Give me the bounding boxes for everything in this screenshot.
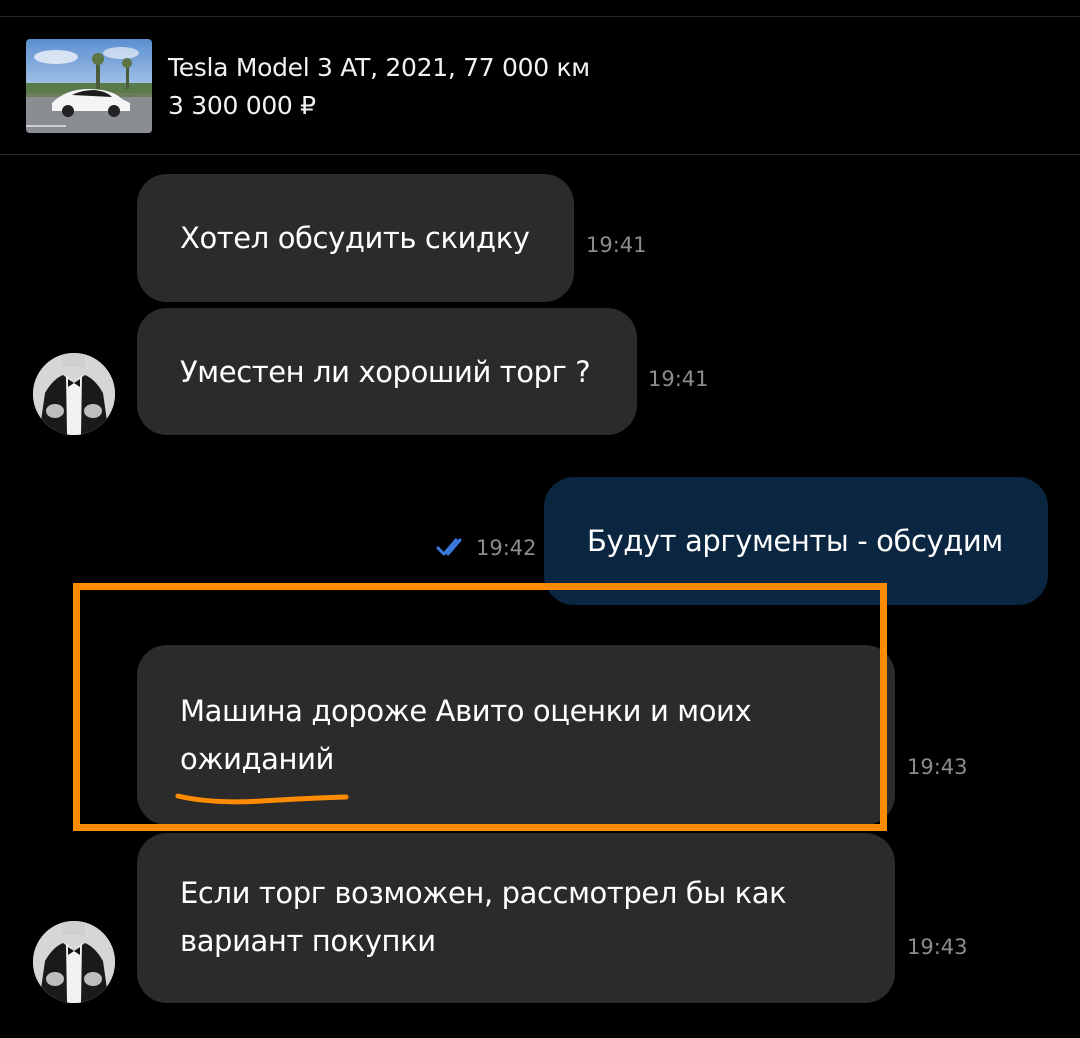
person-in-tuxedo-icon [33, 921, 115, 1003]
message-time: 19:41 [648, 367, 709, 391]
person-in-tuxedo-icon [33, 353, 115, 435]
message-text: Хотел обсудить скидку [180, 221, 530, 255]
sender-avatar[interactable] [33, 921, 115, 1003]
message-bubble[interactable]: Машина дороже Авито оценки и моих ожидан… [137, 645, 895, 825]
message-bubble[interactable]: Хотел обсудить скидку [137, 174, 574, 302]
message-bubble-outgoing[interactable]: Будут аргументы - обсудим [544, 477, 1048, 605]
message-text: Уместен ли хороший торг ? [180, 355, 591, 389]
car-photo-icon [26, 39, 152, 133]
listing-thumbnail[interactable] [26, 39, 152, 133]
sender-avatar[interactable] [33, 353, 115, 435]
message-text-line: Машина дороже Авито оценки и моих [180, 694, 752, 728]
message-text-line: Если торг возможен, рассмотрел бы как [180, 876, 787, 910]
message-time: 19:42 [476, 536, 537, 560]
listing-header[interactable]: Tesla Model 3 AT, 2021, 77 000 км 3 300 … [0, 17, 1080, 155]
message-time: 19:43 [907, 935, 968, 959]
message-text-line: ожиданий [180, 742, 334, 776]
listing-price: 3 300 000 ₽ [168, 91, 316, 120]
message-text: Будут аргументы - обсудим [587, 524, 1003, 558]
message-time: 19:41 [586, 233, 647, 257]
double-check-icon [436, 538, 462, 556]
message-bubble[interactable]: Если торг возможен, рассмотрел бы как ва… [137, 833, 895, 1003]
message-time: 19:43 [907, 755, 968, 779]
listing-title[interactable]: Tesla Model 3 AT, 2021, 77 000 км [168, 53, 590, 82]
message-bubble[interactable]: Уместен ли хороший торг ? [137, 308, 637, 435]
message-text-line: вариант покупки [180, 924, 436, 958]
